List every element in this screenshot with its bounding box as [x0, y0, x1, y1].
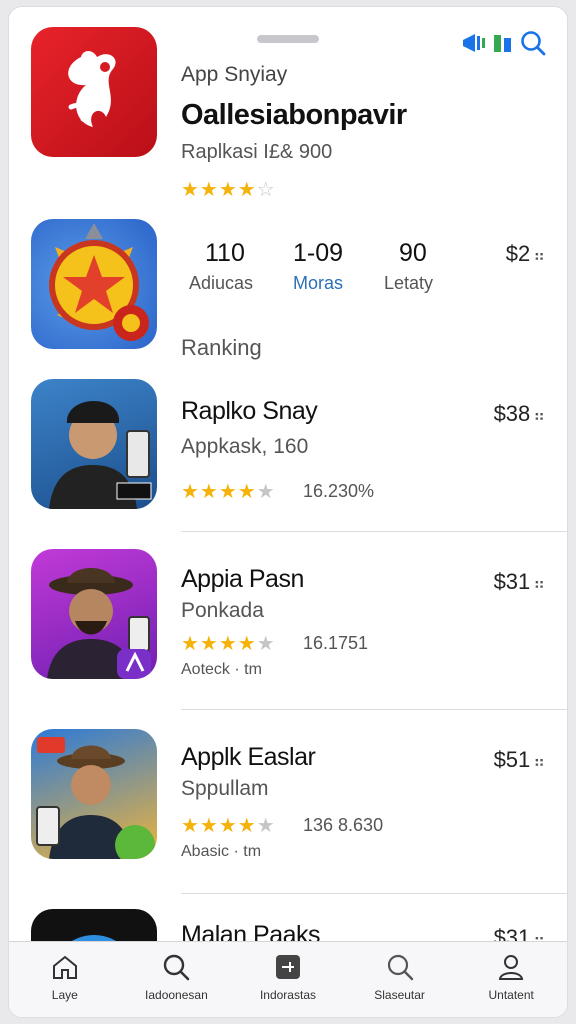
app-rating-2: ★★★★★: [181, 633, 276, 655]
app-icon-2[interactable]: [31, 549, 157, 679]
tab-home[interactable]: Laye: [9, 942, 121, 1017]
featured-title[interactable]: Oallesiabonpavir: [181, 99, 407, 132]
app-price-3[interactable]: $51 ⠶: [494, 747, 545, 773]
app-developer-3: Abasic · tm: [181, 843, 262, 860]
app-count-3: 136 8.630: [303, 815, 384, 835]
bars-icon[interactable]: [493, 32, 513, 54]
more-dots-icon[interactable]: ⠶: [533, 754, 545, 771]
featured-rating: ★★★★☆: [181, 179, 276, 201]
stats-price-button[interactable]: $2 ⠶: [506, 241, 545, 267]
tab-label: Iadoonesan: [145, 988, 208, 1002]
featured-subtitle: App Snyiay: [181, 63, 288, 86]
tab-label: Laye: [51, 988, 78, 1002]
tab-apps[interactable]: Indorastas: [232, 942, 344, 1017]
person-icon: [499, 955, 524, 980]
search-icon[interactable]: [519, 29, 547, 57]
app-rating-1: ★★★★★: [181, 481, 276, 503]
divider: [181, 531, 567, 532]
featured-app-icon[interactable]: [31, 27, 157, 157]
search-icon: [387, 954, 413, 981]
app-title-2[interactable]: Appia Pasn: [181, 565, 304, 594]
drag-handle[interactable]: [257, 35, 319, 43]
tab-account[interactable]: Untatent: [455, 942, 567, 1017]
megaphone-icon[interactable]: [461, 32, 487, 54]
stats-app-icon[interactable]: [31, 219, 157, 349]
app-subtitle-3: Sppullam: [181, 777, 269, 800]
app-icon-3[interactable]: [31, 729, 157, 859]
app-subtitle-2: Ponkada: [181, 599, 264, 622]
stat-label-2[interactable]: Moras: [293, 273, 343, 294]
app-count-1: 16.230%: [303, 481, 375, 501]
featured-meta: Raplkasi I£& 900: [181, 141, 333, 163]
app-rating-3: ★★★★★: [181, 815, 276, 837]
tab-label: Indorastas: [259, 988, 316, 1002]
apps-icon: [275, 955, 300, 979]
app-store-screen: App Snyiay Oallesiabonpavir Raplkasi I£&…: [8, 6, 568, 1018]
tab-label: Slaseutar: [374, 988, 425, 1002]
tab-search-2[interactable]: Slaseutar: [344, 942, 456, 1017]
app-subtitle-1: Appkask, 160: [181, 435, 309, 458]
stat-value-2: 1-09: [293, 239, 344, 267]
app-price-2[interactable]: $31 ⠶: [494, 569, 545, 595]
tab-label: Untatent: [488, 988, 534, 1002]
divider: [181, 893, 567, 894]
app-title-3[interactable]: Applk Easlar: [181, 743, 316, 772]
more-dots-icon[interactable]: ⠶: [533, 576, 545, 593]
stat-label-3: Letaty: [384, 273, 434, 293]
app-icon-1[interactable]: [31, 379, 157, 509]
tab-bar: Laye Iadoonesan Indorastas Slaseutar Unt…: [9, 941, 567, 1017]
app-title-1[interactable]: Raplko Snay: [181, 397, 318, 426]
stat-value-3: 90: [399, 239, 427, 267]
divider: [181, 709, 567, 710]
app-price-1[interactable]: $38 ⠶: [494, 401, 545, 427]
section-title-ranking: Ranking: [181, 335, 262, 360]
more-dots-icon[interactable]: ⠶: [533, 248, 545, 265]
search-icon: [164, 954, 190, 981]
stat-value-1: 110: [205, 239, 245, 267]
top-icons: [461, 29, 547, 57]
more-dots-icon[interactable]: ⠶: [533, 408, 545, 425]
home-icon: [52, 955, 77, 979]
app-count-2: 16.1751: [303, 633, 369, 653]
tab-search-1[interactable]: Iadoonesan: [121, 942, 233, 1017]
stat-label-1: Adiucas: [189, 273, 254, 293]
app-developer-2: Aoteck · tm: [181, 661, 262, 678]
